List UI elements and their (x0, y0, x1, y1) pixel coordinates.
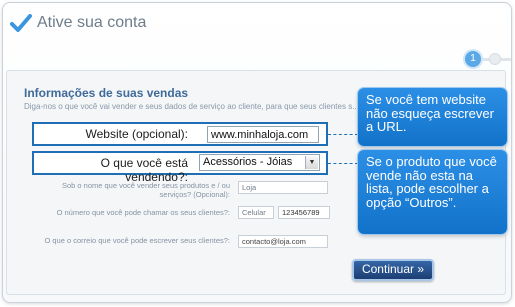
website-tip-connector (328, 134, 358, 135)
phone-number-input[interactable]: 123456789 (278, 206, 330, 219)
section-title: Informações de suas vendas (24, 86, 189, 100)
step-next (489, 53, 501, 65)
website-input[interactable] (207, 126, 319, 143)
page-title: Ative sua conta (37, 14, 147, 31)
website-tip: Se você tem website não esqueça escrever… (358, 88, 507, 146)
selling-tip-connector (328, 163, 358, 164)
checkmark-icon (10, 14, 32, 32)
email-input[interactable]: contacto@loja.com (238, 235, 328, 248)
selling-select-value: Acessórios - Jóias (203, 156, 293, 168)
step-indicator: 1 (463, 51, 511, 67)
selling-tip: Se o produto que você vende não esta na … (358, 150, 507, 234)
email-label: O que o correio que você pode escrever s… (44, 236, 230, 245)
continue-button[interactable]: Continuar » (352, 259, 434, 281)
dropdown-arrow-icon[interactable]: ▼ (305, 156, 318, 169)
phone-label: O número que você pode chamar os seus cl… (56, 208, 230, 217)
step-current: 1 (465, 51, 481, 67)
section-description: Diga-nos o que você vai vender e seus da… (24, 102, 359, 111)
header: Ative sua conta (3, 3, 511, 43)
website-label: Website (opcional): (85, 127, 189, 141)
phone-type-input[interactable]: Celular (238, 206, 274, 219)
selling-label: O que você está vendendo?: (100, 156, 188, 184)
selling-select[interactable]: Acessórios - Jóias ▼ (199, 154, 320, 171)
store-name-input[interactable]: Loja (238, 181, 328, 194)
store-name-label: Sob o nome que você vender seus produtos… (61, 181, 230, 199)
